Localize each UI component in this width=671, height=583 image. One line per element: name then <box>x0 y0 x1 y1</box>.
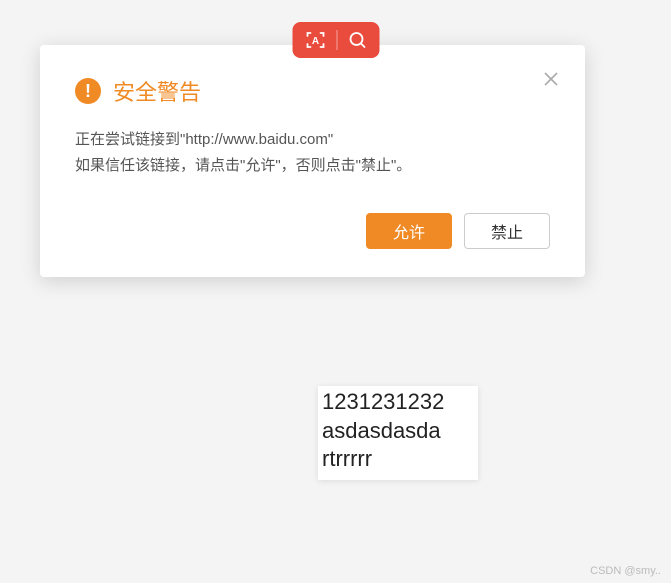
svg-text:A: A <box>311 36 318 47</box>
search-icon[interactable] <box>347 30 367 50</box>
toolbar-divider <box>336 30 337 50</box>
dialog-actions: 允许 禁止 <box>75 213 550 249</box>
dialog-body: 正在尝试链接到"http://www.baidu.com" 如果信任该链接，请点… <box>75 127 550 178</box>
text-line1: 1231231232 <box>322 388 474 417</box>
security-warning-dialog: ! 安全警告 正在尝试链接到"http://www.baidu.com" 如果信… <box>40 45 585 277</box>
watermark: CSDN @smy.. <box>590 565 661 577</box>
top-toolbar: A <box>292 22 379 58</box>
text-line3: rtrrrrr <box>322 445 474 474</box>
allow-button[interactable]: 允许 <box>366 213 452 249</box>
warning-mark: ! <box>85 81 91 102</box>
close-button[interactable] <box>539 67 563 91</box>
dialog-body-line1: 正在尝试链接到"http://www.baidu.com" <box>75 127 550 153</box>
deny-button[interactable]: 禁止 <box>464 213 550 249</box>
text-line2: asdasdasda <box>322 417 474 446</box>
dialog-body-line2: 如果信任该链接，请点击"允许"，否则点击"禁止"。 <box>75 153 550 179</box>
warning-icon: ! <box>75 78 101 104</box>
ocr-icon[interactable]: A <box>304 29 326 51</box>
dialog-header: ! 安全警告 <box>75 75 550 107</box>
dialog-title: 安全警告 <box>113 75 201 107</box>
text-content-block: 1231231232 asdasdasda rtrrrrr <box>318 386 478 480</box>
